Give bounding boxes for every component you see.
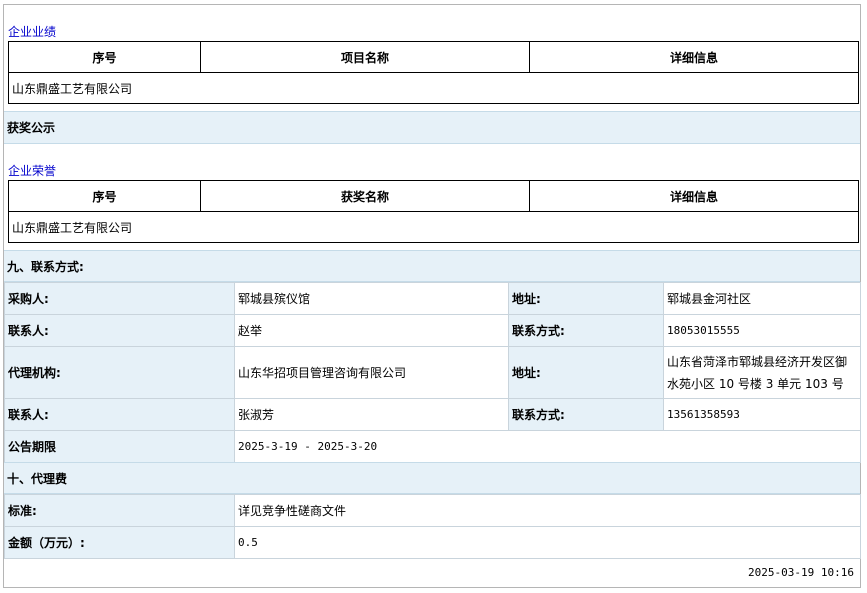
contact-section-title: 九、联系方式: <box>4 250 860 282</box>
company-name-cell: 山东鼎盛工艺有限公司 <box>8 211 859 243</box>
honors-link[interactable]: 企业荣誉 <box>8 162 56 179</box>
table-row: 山东鼎盛工艺有限公司 <box>8 72 859 104</box>
purchaser-address-value: 郓城县金河社区 <box>663 282 861 315</box>
agency-contact-value: 张淑芳 <box>234 398 509 431</box>
performance-link[interactable]: 企业业绩 <box>8 23 56 40</box>
purchaser-contact-row: 联系人: 赵举 联系方式: 18053015555 <box>4 314 861 347</box>
fee-standard-value: 详见竞争性磋商文件 <box>234 494 861 527</box>
fee-standard-row: 标准: 详见竞争性磋商文件 <box>4 494 861 527</box>
fee-section-title: 十、代理费 <box>4 462 860 494</box>
agency-address-label: 地址: <box>508 346 664 399</box>
purchaser-label: 采购人: <box>4 282 235 315</box>
period-label: 公告期限 <box>4 430 235 463</box>
table-row: 山东鼎盛工艺有限公司 <box>8 211 859 243</box>
agency-address-value: 山东省菏泽市郓城县经济开发区御水苑小区 10 号楼 3 单元 103 号 <box>663 346 861 399</box>
fee-table: 标准: 详见竞争性磋商文件 金额（万元）: 0.5 <box>4 494 861 559</box>
table-header-row: 序号 项目名称 详细信息 <box>8 41 859 73</box>
purchaser-contact-label: 联系人: <box>4 314 235 347</box>
table-header-row: 序号 获奖名称 详细信息 <box>8 180 859 212</box>
purchaser-row: 采购人: 郓城县殡仪馆 地址: 郓城县金河社区 <box>4 282 861 315</box>
agency-contact-label: 联系人: <box>4 398 235 431</box>
notice-frame: 企业业绩 序号 项目名称 详细信息 山东鼎盛工艺有限公司 获奖公示 企业荣誉 序… <box>3 4 861 588</box>
col-header-seq: 序号 <box>8 41 201 73</box>
company-name-cell: 山东鼎盛工艺有限公司 <box>8 72 859 104</box>
performance-table: 序号 项目名称 详细信息 山东鼎盛工艺有限公司 <box>8 41 859 104</box>
col-header-project-name: 项目名称 <box>200 41 530 73</box>
honors-table: 序号 获奖名称 详细信息 山东鼎盛工艺有限公司 <box>8 180 859 243</box>
col-header-details: 详细信息 <box>529 180 859 212</box>
purchaser-phone-label: 联系方式: <box>508 314 664 347</box>
contact-table: 采购人: 郓城县殡仪馆 地址: 郓城县金河社区 联系人: 赵举 联系方式: 18… <box>4 282 861 463</box>
agency-label: 代理机构: <box>4 346 235 399</box>
awards-band: 获奖公示 <box>4 111 860 144</box>
purchaser-value: 郓城县殡仪馆 <box>234 282 509 315</box>
fee-amount-label: 金额（万元）: <box>4 526 235 559</box>
col-header-seq: 序号 <box>8 180 201 212</box>
purchaser-contact-value: 赵举 <box>234 314 509 347</box>
fee-standard-label: 标准: <box>4 494 235 527</box>
purchaser-address-label: 地址: <box>508 282 664 315</box>
agency-phone-label: 联系方式: <box>508 398 664 431</box>
fee-amount-value: 0.5 <box>234 526 861 559</box>
fee-amount-row: 金额（万元）: 0.5 <box>4 526 861 559</box>
purchaser-phone-value: 18053015555 <box>663 314 861 347</box>
period-value: 2025-3-19 - 2025-3-20 <box>234 430 861 463</box>
agency-phone-value: 13561358593 <box>663 398 861 431</box>
col-header-award-name: 获奖名称 <box>200 180 530 212</box>
agency-value: 山东华招项目管理咨询有限公司 <box>234 346 509 399</box>
col-header-details: 详细信息 <box>529 41 859 73</box>
publish-timestamp: 2025-03-19 10:16 <box>748 566 854 579</box>
agency-row: 代理机构: 山东华招项目管理咨询有限公司 地址: 山东省菏泽市郓城县经济开发区御… <box>4 346 861 399</box>
period-row: 公告期限 2025-3-19 - 2025-3-20 <box>4 430 861 463</box>
agency-contact-row: 联系人: 张淑芳 联系方式: 13561358593 <box>4 398 861 431</box>
